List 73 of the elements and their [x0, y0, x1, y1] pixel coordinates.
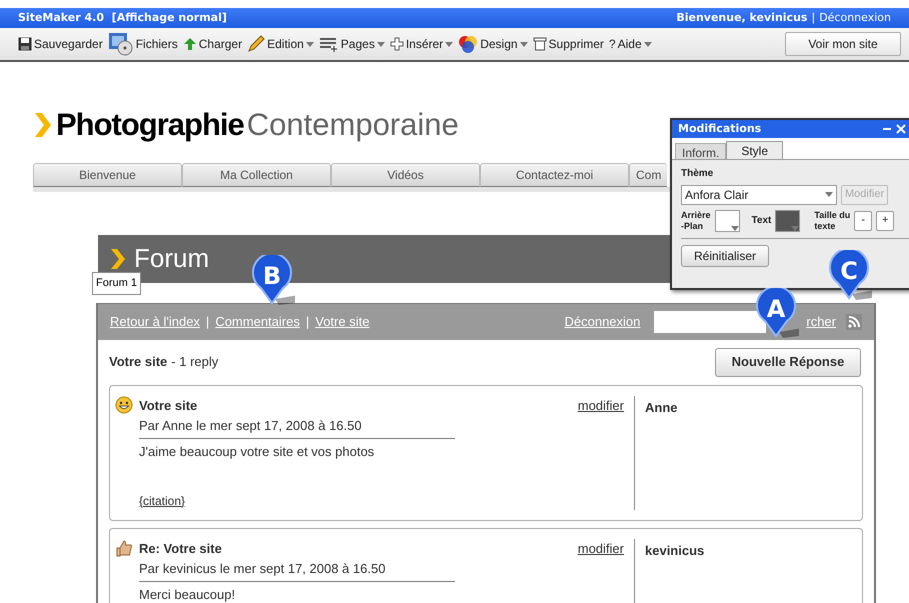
post-body: Merci beaucoup! — [139, 586, 236, 603]
toolbar-button[interactable]: Pages — [318, 35, 385, 53]
background-color-picker[interactable] — [714, 210, 740, 232]
rss-icon — [846, 314, 862, 330]
logout-link[interactable]: Déconnexion — [819, 10, 891, 26]
callout-pin: B — [249, 255, 295, 305]
separator-text: | — [811, 10, 816, 26]
toolbar-button[interactable]: Edition — [247, 35, 314, 53]
background-label: Arrière -Plan — [681, 210, 711, 232]
smiley-icon — [115, 396, 133, 414]
panel-title: Modifications — [678, 120, 762, 137]
nav-tab[interactable]: Vidéos — [331, 162, 480, 186]
topic-meta: - 1 reply — [171, 353, 218, 372]
thumbs-up-icon — [115, 538, 133, 556]
callout-pin: A — [753, 288, 799, 338]
post-author: kevinicus — [645, 542, 704, 558]
folder-disc-icon — [108, 32, 134, 56]
nav-tab[interactable]: Ma Collection — [182, 162, 331, 186]
caret-icon — [730, 226, 739, 230]
text-color-picker[interactable] — [775, 210, 800, 232]
topic-title: Votre site — [109, 353, 168, 372]
quote-link[interactable]: {citation} — [139, 492, 186, 510]
callout-pin: C — [826, 250, 872, 300]
toolbar-button[interactable]: Supprimer — [532, 35, 604, 53]
trash-icon — [532, 37, 547, 51]
caret-icon — [825, 192, 833, 197]
post-author: Anne — [645, 400, 678, 414]
logo-light-text: Contemporaine — [246, 106, 459, 144]
forum-label: Forum 1 — [92, 272, 141, 294]
text-color-label: Text — [752, 214, 772, 228]
caret-icon — [791, 226, 800, 230]
increase-size-button[interactable]: + — [876, 210, 894, 230]
plus-icon — [390, 37, 404, 51]
view-site-button[interactable]: Voir mon site — [785, 32, 901, 56]
edit-link[interactable]: modifier — [578, 396, 624, 415]
post-byline: Par kevinicus le mer sept 17, 2008 à 16.50 — [139, 559, 455, 582]
post-title: Re: Votre site — [139, 540, 222, 558]
toolbar-button[interactable]: Charger — [182, 35, 242, 53]
toolbar-button[interactable]: ? Aide — [608, 35, 652, 53]
nav-tab[interactable]: Com — [629, 162, 667, 186]
app-title: SiteMaker 4.0 [Affichage normal] — [18, 10, 227, 26]
reset-button[interactable]: Réinitialiser — [681, 244, 770, 266]
help-glyph: ? — [608, 36, 616, 53]
decrease-size-button[interactable]: - — [854, 210, 872, 230]
pencil-icon — [247, 35, 266, 53]
toolbar-button[interactable]: Design — [458, 34, 528, 54]
color-ball-icon — [458, 34, 478, 54]
theme-label: Thème — [681, 168, 714, 179]
chevron-icon — [33, 111, 53, 140]
lines-icon — [318, 36, 339, 52]
post-byline: Par Anne le mer sept 17, 2008 à 16.50 — [139, 416, 455, 438]
post-body: J'aime beaucoup votre site et vos photos — [139, 442, 376, 461]
chevron-icon — [110, 248, 126, 270]
theme-dropdown[interactable]: Anfora Clair — [681, 184, 837, 204]
post-title: Votre site — [139, 396, 198, 414]
separator-text: | — [206, 312, 210, 331]
toolbar-button[interactable]: Fichiers — [108, 32, 178, 56]
nav-tab[interactable]: Bienvenue — [33, 162, 182, 186]
new-reply-button[interactable]: Nouvelle Réponse — [715, 348, 861, 376]
toolbar-button[interactable]: Sauvegarder — [18, 35, 103, 53]
forum-title: Forum — [134, 242, 210, 275]
nav-tab[interactable]: Contactez-moi — [480, 162, 629, 186]
search-field[interactable] — [654, 310, 766, 332]
separator-text: | — [306, 312, 310, 331]
toolbar-button[interactable]: Insérer — [390, 35, 454, 53]
text-size-label: Taille du texte — [814, 210, 850, 232]
panel-tab[interactable]: Inform. — [675, 143, 726, 159]
edit-link[interactable]: modifier — [578, 538, 624, 558]
close-icon[interactable] — [896, 124, 906, 134]
logo-bold-text: Photographie — [56, 106, 244, 144]
welcome-text: Bienvenue, kevinicus — [676, 10, 808, 26]
panel-tab[interactable]: Style — [726, 141, 784, 159]
up-arrow-icon — [182, 37, 197, 51]
